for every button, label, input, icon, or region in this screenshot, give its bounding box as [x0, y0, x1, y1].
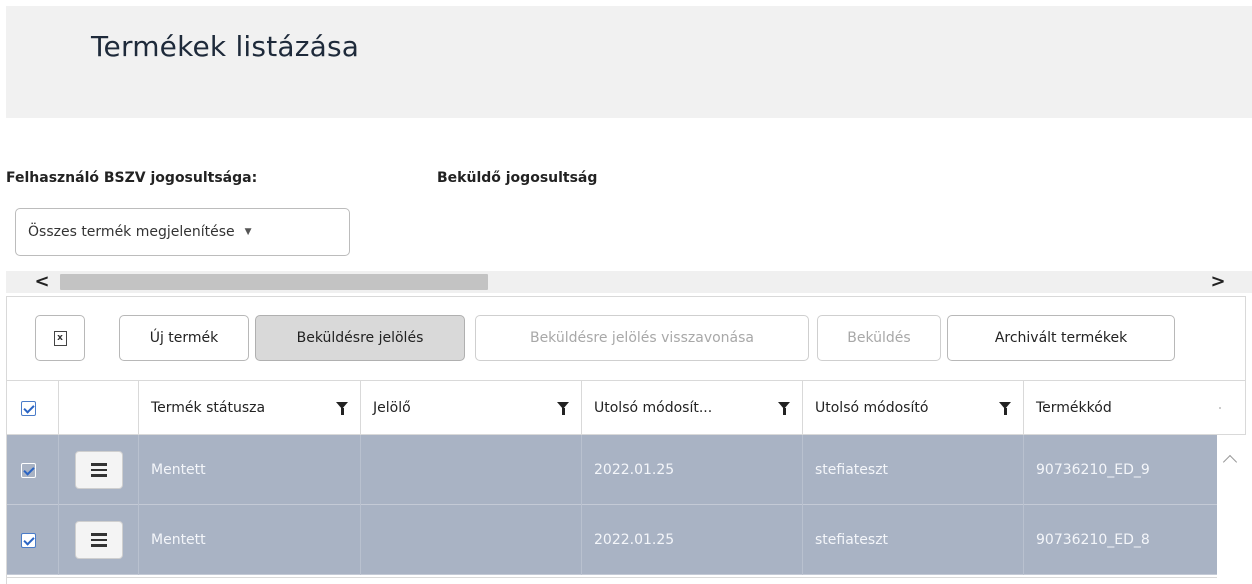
vertical-scrollbar[interactable]: [1217, 435, 1247, 584]
hamburger-menu-icon[interactable]: [74, 451, 123, 489]
funnel-icon[interactable]: [999, 402, 1011, 415]
products-grid: x Új termék Beküldésre jelölés Beküldésr…: [6, 296, 1247, 584]
column-marker-label: Jelölő: [373, 400, 411, 416]
actions-header: [59, 381, 139, 435]
cell-last-modifier-text: stefiateszt: [815, 462, 889, 478]
cell-product-code-text: 90736210_ED_8: [1036, 532, 1150, 548]
hamburger-menu-icon[interactable]: [74, 521, 123, 559]
product-filter-select[interactable]: Összes termék megjelenítése ▼: [15, 208, 350, 256]
cell-product-code: 90736210_ED_8: [1024, 505, 1217, 575]
archived-products-button[interactable]: Archivált termékek: [947, 315, 1175, 361]
column-product-code-label: Termékkód: [1036, 400, 1112, 416]
select-all-checkbox[interactable]: [21, 400, 36, 416]
cell-last-modifier: stefiateszt: [803, 505, 1024, 575]
row-select-cell[interactable]: [7, 505, 59, 575]
caret-down-icon: ▼: [244, 227, 252, 237]
funnel-icon[interactable]: [336, 402, 348, 415]
table-row[interactable]: Mentett 2022.01.25 stefiateszt 90736210_…: [7, 435, 1217, 505]
column-status-label: Termék státusza: [151, 400, 266, 416]
column-status[interactable]: Termék státusza: [139, 381, 361, 435]
cell-product-code-text: 90736210_ED_9: [1036, 462, 1150, 478]
grid-header-row: Termék státusza Jelölő Utolsó módosít...…: [7, 381, 1245, 435]
column-marker[interactable]: Jelölő: [361, 381, 582, 435]
scroll-right-icon[interactable]: >: [1198, 271, 1238, 293]
cell-marker: [361, 505, 582, 575]
empty-row: [7, 577, 1217, 584]
funnel-icon[interactable]: [557, 402, 569, 415]
revoke-mark-button[interactable]: Beküldésre jelölés visszavonása: [475, 315, 809, 361]
cell-marker: [361, 435, 582, 505]
horizontal-scrollbar[interactable]: < >: [6, 271, 1252, 293]
cell-last-modified: 2022.01.25: [582, 435, 803, 505]
column-last-modified[interactable]: Utolsó módosít...: [582, 381, 803, 435]
row-menu-cell: [59, 435, 139, 505]
cell-last-modified-text: 2022.01.25: [594, 532, 675, 548]
cell-last-modified-text: 2022.01.25: [594, 462, 675, 478]
scroll-left-icon[interactable]: <: [22, 271, 62, 293]
new-product-button[interactable]: Új termék: [119, 315, 249, 361]
cell-last-modifier: stefiateszt: [803, 435, 1024, 505]
cell-product-code: 90736210_ED_9: [1024, 435, 1217, 505]
mark-for-submission-button[interactable]: Beküldésre jelölés: [255, 315, 465, 361]
table-row[interactable]: Mentett 2022.01.25 stefiateszt 90736210_…: [7, 505, 1217, 575]
header-separator-dot: [1219, 407, 1221, 409]
cell-status: Mentett: [139, 505, 361, 575]
row-menu-cell: [59, 505, 139, 575]
page-title: Termékek listázása: [91, 30, 360, 63]
submit-button[interactable]: Beküldés: [817, 315, 941, 361]
row-checkbox[interactable]: [21, 532, 36, 548]
product-filter-value: Összes termék megjelenítése: [28, 224, 235, 240]
export-excel-button[interactable]: x: [35, 315, 85, 361]
funnel-icon[interactable]: [778, 402, 790, 415]
row-checkbox[interactable]: [21, 462, 36, 478]
cell-status-text: Mentett: [151, 462, 206, 478]
row-select-cell[interactable]: [7, 435, 59, 505]
excel-export-icon: x: [53, 330, 67, 346]
chevron-up-icon[interactable]: [1222, 454, 1238, 470]
grid-toolbar: x Új termék Beküldésre jelölés Beküldésr…: [7, 297, 1245, 381]
column-product-code[interactable]: Termékkód: [1024, 381, 1217, 435]
cell-last-modifier-text: stefiateszt: [815, 532, 889, 548]
cell-status-text: Mentett: [151, 532, 206, 548]
permission-value: Beküldő jogosultság: [437, 170, 598, 186]
column-last-modifier[interactable]: Utolsó módosító: [803, 381, 1024, 435]
column-last-modified-label: Utolsó módosít...: [594, 400, 713, 416]
cell-status: Mentett: [139, 435, 361, 505]
scrollbar-thumb[interactable]: [60, 274, 488, 290]
cell-last-modified: 2022.01.25: [582, 505, 803, 575]
column-last-modifier-label: Utolsó módosító: [815, 400, 929, 416]
select-all-cell[interactable]: [7, 381, 59, 435]
permission-label: Felhasználó BSZV jogosultsága:: [6, 170, 258, 186]
